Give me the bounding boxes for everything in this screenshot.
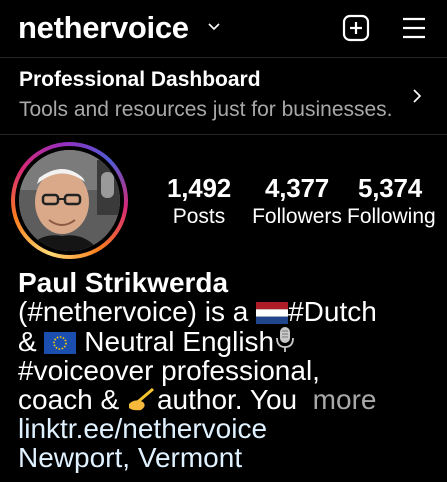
chevron-down-icon[interactable]	[207, 20, 221, 34]
hamburger-menu-icon[interactable]	[400, 14, 428, 42]
dashboard-title: Professional Dashboard	[19, 68, 261, 91]
bio-text-2a: &	[18, 326, 45, 357]
plus-square-icon[interactable]	[342, 14, 370, 42]
dashboard-subtitle: Tools and resources just for businesses.	[19, 98, 393, 121]
following-label: Following	[347, 205, 436, 228]
location-link[interactable]: Newport, Vermont	[18, 443, 438, 472]
account-username[interactable]: nethervoice	[18, 9, 189, 47]
avatar-gap	[15, 146, 124, 255]
bio-text-1: (#nethervoice) is a	[18, 296, 257, 327]
followers-count: 4,377	[264, 173, 330, 203]
bio-link[interactable]: linktr.ee/nethervoice	[18, 414, 438, 443]
chevron-right-icon	[413, 89, 422, 103]
top-bar: nethervoice	[0, 0, 447, 56]
following-stat[interactable]: 5,374 Following	[347, 172, 436, 230]
eu-flag-icon	[44, 332, 77, 354]
bio-line-4: coach & author. You more	[18, 385, 438, 414]
bio: Paul Strikwerda (#nethervoice) is a #Dut…	[18, 268, 438, 472]
bio-line-1: (#nethervoice) is a #Dutch	[18, 297, 438, 326]
bio-hashtag-dutch[interactable]: #Dutch	[288, 296, 377, 327]
followers-label: Followers	[252, 205, 342, 228]
story-ring[interactable]	[11, 142, 128, 259]
followers-stat[interactable]: 4,377 Followers	[251, 172, 343, 230]
professional-dashboard-banner[interactable]: Professional Dashboard Tools and resourc…	[0, 57, 447, 135]
bio-line-2: & Neutral English	[18, 326, 438, 356]
posts-label: Posts	[172, 205, 226, 228]
bio-line-3: #voiceover professional,	[18, 355, 320, 386]
posts-stat[interactable]: 1,492 Posts	[163, 172, 235, 230]
more-button[interactable]: more	[313, 384, 377, 415]
bio-text-4b: author. You	[156, 384, 298, 415]
writing-hand-icon	[128, 387, 154, 411]
netherlands-flag-icon	[256, 302, 289, 324]
microphone-icon	[276, 327, 295, 352]
following-count: 5,374	[357, 173, 423, 203]
avatar	[19, 150, 120, 251]
posts-count: 1,492	[166, 173, 232, 203]
bio-text-2b: Neutral English	[84, 326, 275, 357]
bio-text-4a: coach &	[18, 384, 127, 415]
profile-name: Paul Strikwerda	[18, 267, 229, 298]
profile-photo	[19, 150, 120, 251]
